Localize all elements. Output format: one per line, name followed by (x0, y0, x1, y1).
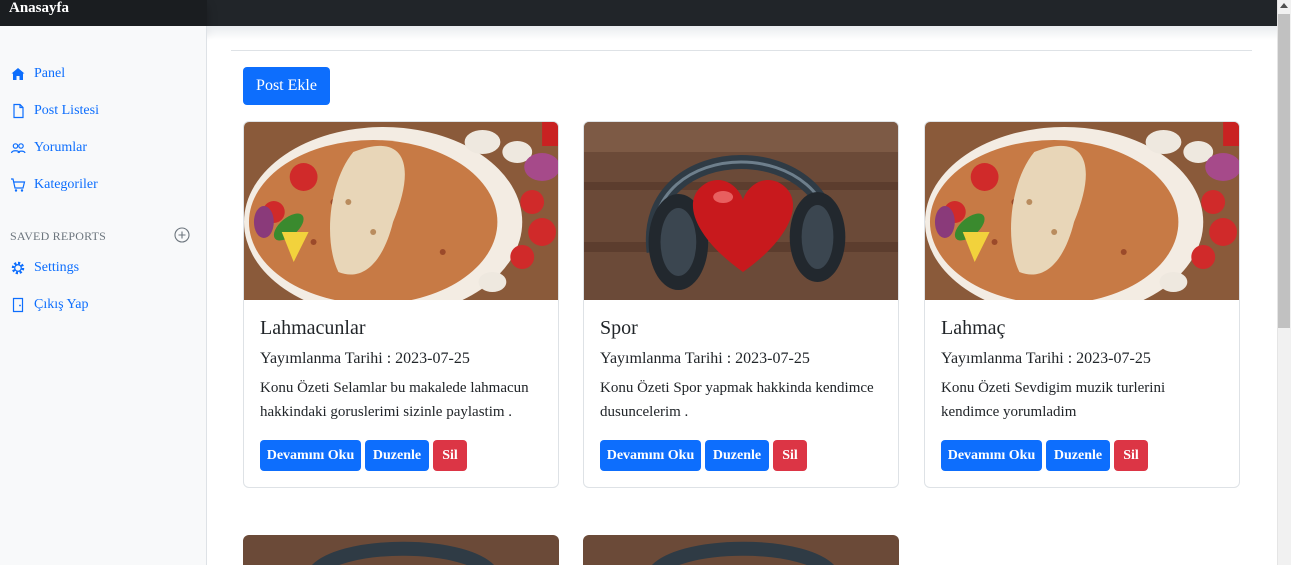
sidebar-item-logout[interactable]: Çıkış Yap (10, 295, 88, 315)
sidebar-item-yorumlar[interactable]: Yorumlar (10, 138, 87, 158)
card-date: Yayımlanma Tarihi : 2023-07-25 (260, 350, 470, 367)
read-more-button[interactable]: Devamını Oku (941, 440, 1042, 471)
sidebar-item-label: Panel (34, 66, 66, 81)
card-title: Lahmaç (941, 317, 1006, 339)
add-report-icon[interactable] (174, 227, 190, 243)
card-date: Yayımlanma Tarihi : 2023-07-25 (600, 350, 810, 367)
card-title: Lahmacunlar (260, 317, 366, 339)
sidebar-item-label: Post Listesi (34, 103, 99, 118)
food-image (925, 122, 1239, 300)
card-image-partial (243, 535, 559, 565)
users-icon (10, 143, 26, 154)
logout-icon (12, 297, 24, 313)
sidebar-item-post-listesi[interactable]: Post Listesi (10, 101, 99, 121)
card-actions: Devamını Oku Duzenle Sil (600, 440, 882, 471)
card-date: Yayımlanma Tarihi : 2023-07-25 (941, 350, 1151, 367)
add-post-button[interactable]: Post Ekle (243, 67, 330, 105)
scrollbar-thumb[interactable] (1278, 14, 1290, 328)
edit-button[interactable]: Duzenle (365, 440, 429, 471)
brand-link[interactable]: Anasayfa (0, 0, 207, 26)
main-header-shadow (207, 26, 1277, 40)
file-icon (13, 103, 24, 119)
cart-icon (11, 178, 26, 192)
sidebar-item-kategoriler[interactable]: Kategoriler (10, 175, 98, 195)
food-image (244, 122, 558, 300)
read-more-button[interactable]: Devamını Oku (260, 440, 361, 471)
card-summary: Konu Özeti Spor yapmak hakkinda kendimce… (600, 380, 874, 420)
scroll-up-arrow-icon[interactable] (1280, 3, 1288, 8)
sidebar-item-label: Yorumlar (34, 140, 88, 155)
post-card-partial (243, 535, 559, 565)
sidebar-item-label: Kategoriler (34, 177, 98, 192)
sidebar-item-label: Çıkış Yap (34, 297, 89, 312)
card-summary: Konu Özeti Sevdigim muzik turlerini kend… (941, 380, 1166, 420)
card-actions: Devamını Oku Duzenle Sil (941, 440, 1223, 471)
card-image-partial (583, 535, 899, 565)
delete-button[interactable]: Sil (433, 440, 467, 471)
saved-reports-heading: SAVED REPORTS (10, 229, 107, 243)
post-card-partial (583, 535, 899, 565)
post-card: Lahmaç Yayımlanma Tarihi : 2023-07-25 Ko… (924, 121, 1240, 488)
delete-button[interactable]: Sil (1114, 440, 1148, 471)
read-more-button[interactable]: Devamını Oku (600, 440, 701, 471)
delete-button[interactable]: Sil (773, 440, 807, 471)
headphones-heart-image (584, 122, 898, 300)
scrollbar[interactable] (1277, 0, 1291, 565)
card-actions: Devamını Oku Duzenle Sil (260, 440, 542, 471)
divider (231, 50, 1252, 51)
sidebar-item-label: Settings (34, 260, 80, 275)
sidebar-item-settings[interactable]: Settings (10, 258, 79, 278)
post-card: Lahmacunlar Yayımlanma Tarihi : 2023-07-… (243, 121, 559, 488)
card-title: Spor (600, 317, 638, 339)
post-card: Spor Yayımlanma Tarihi : 2023-07-25 Konu… (583, 121, 899, 488)
edit-button[interactable]: Duzenle (705, 440, 769, 471)
card-summary: Konu Özeti Selamlar bu makalede lahmacun… (260, 380, 529, 420)
gear-icon (11, 261, 25, 275)
edit-button[interactable]: Duzenle (1046, 440, 1110, 471)
sidebar-item-panel[interactable]: Panel (10, 64, 65, 84)
home-icon (11, 68, 25, 80)
sidebar: Panel Post Listesi Yorumlar Kategoriler … (0, 26, 207, 565)
